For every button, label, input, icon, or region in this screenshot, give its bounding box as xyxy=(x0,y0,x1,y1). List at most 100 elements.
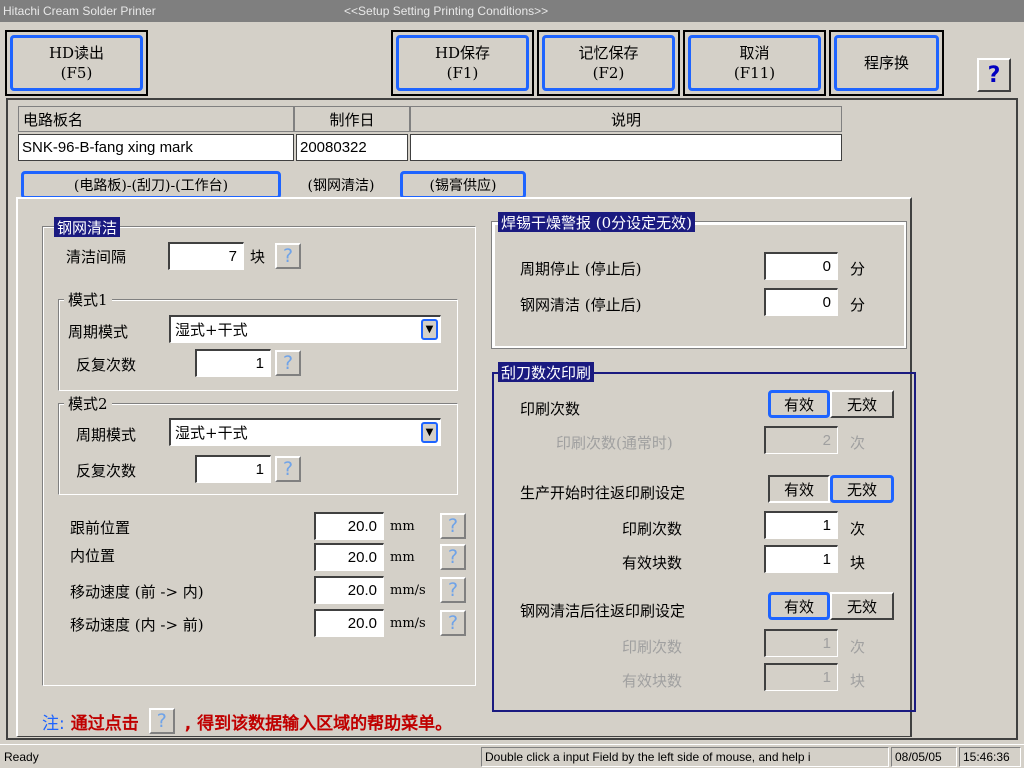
production-start-invalid-toggle[interactable]: 无效 xyxy=(830,475,894,503)
after-clean-print-count-unit: 次 xyxy=(850,638,866,656)
after-clean-blocks-input: 1 xyxy=(764,663,838,691)
help-question-icon[interactable]: ? xyxy=(440,544,466,570)
production-print-count-unit: 次 xyxy=(850,520,866,538)
note-text-1: 通过点击 xyxy=(70,713,139,734)
help-question-icon[interactable]: ? xyxy=(275,456,301,482)
help-question-icon[interactable]: ? xyxy=(440,610,466,636)
memory-save-label: 记忆保存 xyxy=(578,44,639,62)
mode2-cycle-value: 湿式+干式 xyxy=(175,424,248,442)
mode1-cycle-label: 周期模式 xyxy=(68,323,129,341)
status-bar: Ready Double click a input Field by the … xyxy=(0,744,1024,768)
description-header: 说明 xyxy=(410,106,842,132)
print-count-invalid-toggle[interactable]: 无效 xyxy=(830,390,894,418)
after-clean-print-count-label: 印刷次数 xyxy=(622,638,683,656)
stencil-clean-stop-label: 钢网清洁 (停止后) xyxy=(520,296,642,314)
hd-load-label: HD读出 xyxy=(48,44,105,62)
status-date: 08/05/05 xyxy=(891,747,957,767)
status-time: 15:46:36 xyxy=(959,747,1021,767)
tab-stencil-clean[interactable]: (钢网清洁) xyxy=(284,171,398,199)
help-button[interactable]: ? xyxy=(977,58,1011,92)
mode1-cycle-select[interactable]: 湿式+干式 ▼ xyxy=(169,315,441,343)
inner-position-unit: mm xyxy=(390,550,415,565)
stencil-clean-stop-input[interactable]: 0 xyxy=(764,288,838,316)
speed-inner-front-label: 移动速度 (内 -> 前) xyxy=(70,616,204,634)
program-switch-label: 程序换 xyxy=(863,54,909,72)
chevron-down-icon[interactable]: ▼ xyxy=(421,319,438,340)
memory-save-key: (F2) xyxy=(592,64,625,82)
speed-front-inner-label: 移动速度 (前 -> 内) xyxy=(70,583,204,601)
production-start-valid-toggle[interactable]: 有效 xyxy=(768,475,830,503)
clean-interval-unit: 块 xyxy=(250,248,266,266)
status-hint: Double click a input Field by the left s… xyxy=(481,747,889,767)
cycle-stop-unit: 分 xyxy=(850,260,866,278)
production-blocks-input[interactable]: 1 xyxy=(764,545,838,573)
speed-inner-front-unit: mm/s xyxy=(390,616,426,631)
after-clean-valid-toggle[interactable]: 有效 xyxy=(768,592,830,620)
date-header: 制作日 xyxy=(294,106,410,132)
hd-save-button[interactable]: HD保存 (F1) xyxy=(391,30,534,96)
toolbar: HD读出 (F5) HD保存 (F1) 记忆保存 (F2) 取消 (F11) 程… xyxy=(0,22,1024,98)
tab-board-squeegee-table[interactable]: (电路板)-(刮刀)-(工作台) xyxy=(21,171,281,199)
cancel-label: 取消 xyxy=(739,44,770,62)
clean-interval-input[interactable]: 7 xyxy=(168,242,244,270)
help-question-icon[interactable]: ? xyxy=(440,513,466,539)
mode1-repeat-label: 反复次数 xyxy=(76,356,137,374)
squeegee-group xyxy=(492,372,916,712)
after-clean-print-count-input: 1 xyxy=(764,629,838,657)
after-clean-blocks-unit: 块 xyxy=(850,672,866,690)
production-print-count-label: 印刷次数 xyxy=(622,520,683,538)
speed-front-inner-input[interactable]: 20.0 xyxy=(314,576,384,604)
screen-title: <<Setup Setting Printing Conditions>> xyxy=(344,4,549,18)
help-question-icon[interactable]: ? xyxy=(275,243,301,269)
print-count-label: 印刷次数 xyxy=(520,400,581,418)
speed-inner-front-input[interactable]: 20.0 xyxy=(314,609,384,637)
help-question-icon[interactable]: ? xyxy=(440,577,466,603)
stencil-clean-title: 钢网清洁 xyxy=(54,217,121,237)
cancel-button[interactable]: 取消 (F11) xyxy=(683,30,826,96)
front-position-unit: mm xyxy=(390,519,415,534)
help-question-icon: ? xyxy=(148,708,175,734)
mode2-repeat-label: 反复次数 xyxy=(76,462,137,480)
inner-position-label: 内位置 xyxy=(70,547,116,565)
memory-save-button[interactable]: 记忆保存 (F2) xyxy=(537,30,680,96)
program-switch-button[interactable]: 程序换 xyxy=(829,30,944,96)
hd-load-key: (F5) xyxy=(60,64,93,82)
front-position-label: 跟前位置 xyxy=(70,519,131,537)
board-name-field[interactable]: SNK-96-B-fang xing mark xyxy=(18,134,294,161)
front-position-input[interactable]: 20.0 xyxy=(314,512,384,540)
help-question-icon[interactable]: ? xyxy=(275,350,301,376)
after-clean-label: 钢网清洁后往返印刷设定 xyxy=(520,602,686,620)
normal-print-count-label: 印刷次数(通常时) xyxy=(556,434,673,452)
hd-load-button[interactable]: HD读出 (F5) xyxy=(5,30,148,96)
app-title: Hitachi Cream Solder Printer xyxy=(3,4,156,18)
after-clean-blocks-label: 有效块数 xyxy=(622,672,683,690)
date-field[interactable]: 20080322 xyxy=(296,134,408,161)
hd-save-key: (F1) xyxy=(446,64,479,82)
board-name-header: 电路板名 xyxy=(18,106,294,132)
inner-position-input[interactable]: 20.0 xyxy=(314,543,384,571)
production-start-label: 生产开始时往返印刷设定 xyxy=(520,484,686,502)
mode2-title: 模式2 xyxy=(64,393,112,414)
title-bar: Hitachi Cream Solder Printer <<Setup Set… xyxy=(0,0,1024,22)
help-note: 注: 通过点击 ? , 得到该数据输入区域的帮助菜单。 xyxy=(42,708,452,734)
chevron-down-icon[interactable]: ▼ xyxy=(421,422,438,443)
production-print-count-input[interactable]: 1 xyxy=(764,511,838,539)
dry-alarm-group xyxy=(491,221,907,349)
mode2-cycle-select[interactable]: 湿式+干式 ▼ xyxy=(169,418,441,446)
normal-print-count-unit: 次 xyxy=(850,434,866,452)
production-blocks-unit: 块 xyxy=(850,554,866,572)
cycle-stop-input[interactable]: 0 xyxy=(764,252,838,280)
tab-solder-supply[interactable]: (锡膏供应) xyxy=(400,171,526,199)
squeegee-title: 刮刀数次印刷 xyxy=(498,362,595,382)
mode1-cycle-value: 湿式+干式 xyxy=(175,321,248,339)
status-ready: Ready xyxy=(4,750,39,764)
mode2-cycle-label: 周期模式 xyxy=(76,426,137,444)
print-count-valid-toggle[interactable]: 有效 xyxy=(768,390,830,418)
clean-interval-label: 清洁间隔 xyxy=(66,248,127,266)
stencil-clean-stop-unit: 分 xyxy=(850,296,866,314)
after-clean-invalid-toggle[interactable]: 无效 xyxy=(830,592,894,620)
mode2-repeat-input[interactable]: 1 xyxy=(195,455,271,483)
mode1-repeat-input[interactable]: 1 xyxy=(195,349,271,377)
mode1-group xyxy=(58,299,458,391)
description-field[interactable] xyxy=(410,134,842,161)
